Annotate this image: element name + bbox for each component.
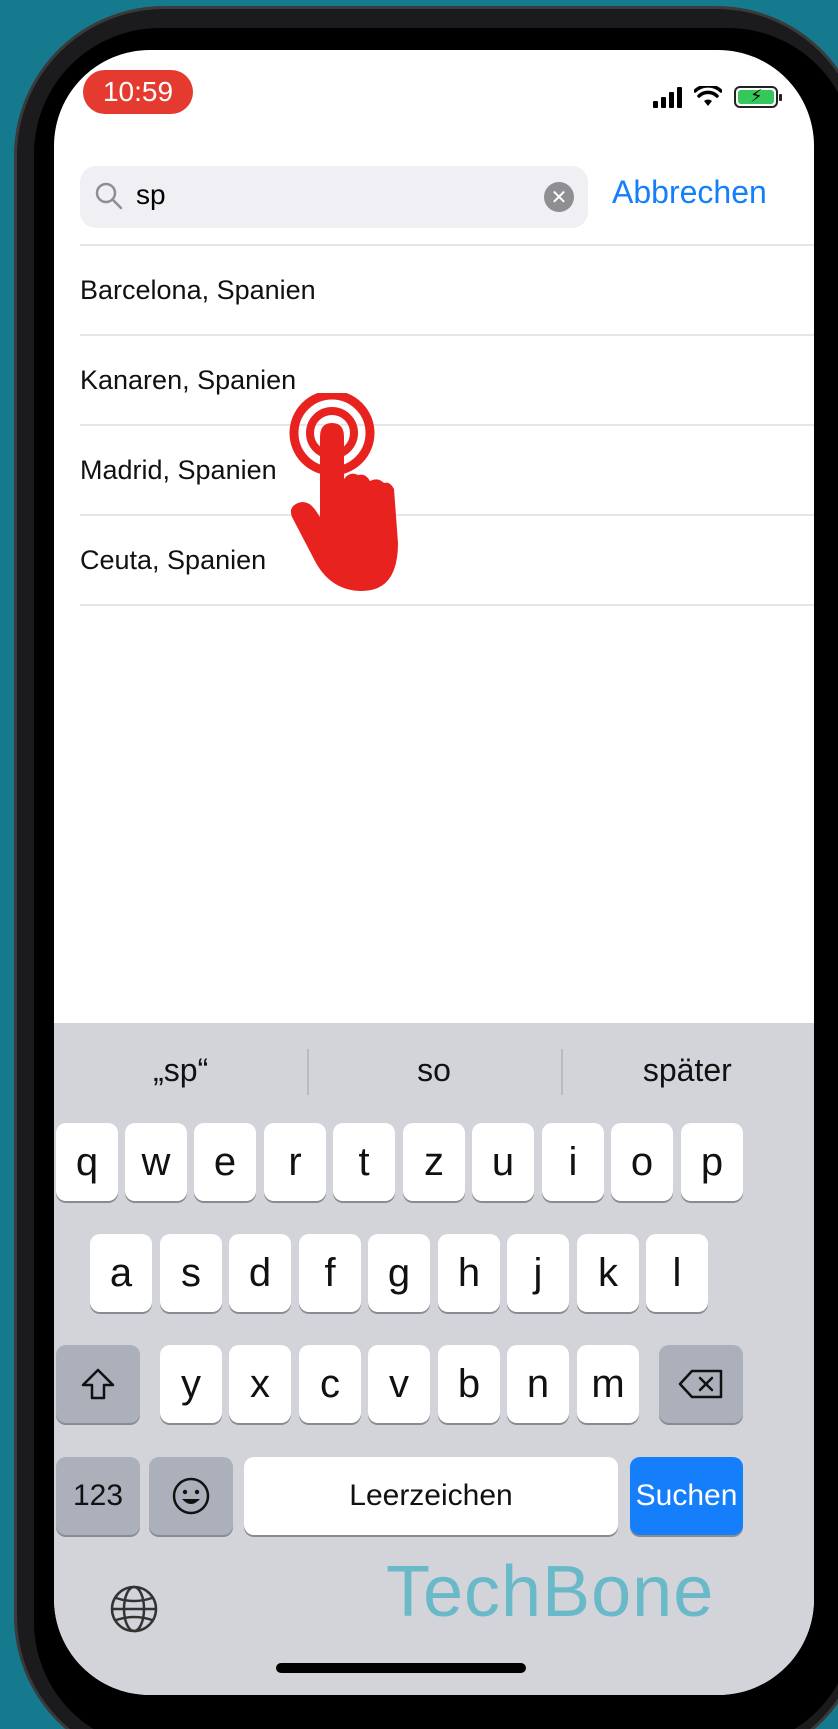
- emoji-key[interactable]: [149, 1457, 233, 1535]
- suggestion-item[interactable]: „sp“: [54, 1023, 307, 1117]
- suggestion-item[interactable]: später: [560, 1023, 814, 1117]
- list-item[interactable]: Madrid, Spanien: [80, 426, 814, 516]
- key-k[interactable]: k: [577, 1234, 639, 1312]
- key-s[interactable]: s: [160, 1234, 222, 1312]
- key-l[interactable]: l: [646, 1234, 708, 1312]
- results-list: Barcelona, Spanien Kanaren, Spanien Madr…: [80, 244, 814, 606]
- key-x[interactable]: x: [229, 1345, 291, 1423]
- key-a[interactable]: a: [90, 1234, 152, 1312]
- key-i[interactable]: i: [542, 1123, 604, 1201]
- key-b[interactable]: b: [438, 1345, 500, 1423]
- key-w[interactable]: w: [125, 1123, 187, 1201]
- search-key[interactable]: Suchen: [630, 1457, 743, 1535]
- cellular-signal-icon: [653, 86, 682, 108]
- shift-key[interactable]: [56, 1345, 140, 1423]
- list-item-label: Madrid, Spanien: [80, 454, 277, 485]
- space-key[interactable]: Leerzeichen: [244, 1457, 618, 1535]
- globe-icon[interactable]: [108, 1583, 160, 1635]
- numbers-key[interactable]: 123: [56, 1457, 140, 1535]
- list-item-label: Barcelona, Spanien: [80, 274, 316, 305]
- clear-icon[interactable]: ✕: [544, 182, 574, 212]
- key-n[interactable]: n: [507, 1345, 569, 1423]
- key-g[interactable]: g: [368, 1234, 430, 1312]
- key-h[interactable]: h: [438, 1234, 500, 1312]
- key-e[interactable]: e: [194, 1123, 256, 1201]
- search-field[interactable]: sp ✕: [80, 166, 588, 228]
- key-u[interactable]: u: [472, 1123, 534, 1201]
- delete-key[interactable]: [659, 1345, 743, 1423]
- status-icons: ⚡: [653, 76, 782, 108]
- keyboard: „sp“ so später q w e r t z u i o p a s d…: [54, 1023, 814, 1695]
- key-d[interactable]: d: [229, 1234, 291, 1312]
- shift-icon: [81, 1368, 115, 1400]
- home-indicator[interactable]: [276, 1663, 526, 1673]
- watermark: TechBone: [386, 1552, 715, 1632]
- status-time: 10:59: [83, 70, 193, 114]
- key-r[interactable]: r: [264, 1123, 326, 1201]
- delete-icon: [678, 1369, 723, 1399]
- key-c[interactable]: c: [299, 1345, 361, 1423]
- battery-icon: ⚡: [734, 86, 782, 108]
- wifi-icon: [694, 86, 722, 106]
- key-p[interactable]: p: [681, 1123, 743, 1201]
- key-f[interactable]: f: [299, 1234, 361, 1312]
- search-input[interactable]: sp: [136, 179, 166, 211]
- key-j[interactable]: j: [507, 1234, 569, 1312]
- key-o[interactable]: o: [611, 1123, 673, 1201]
- search-icon: [95, 182, 123, 210]
- phone-screen: 10:59 ⚡ sp ✕ Abbrechen Barcelona, Spanie…: [54, 50, 814, 1695]
- key-q[interactable]: q: [56, 1123, 118, 1201]
- tap-hand-icon: [289, 393, 398, 591]
- suggestion-bar: „sp“ so später: [54, 1023, 814, 1117]
- list-item-label: Kanaren, Spanien: [80, 364, 297, 395]
- key-y[interactable]: y: [160, 1345, 222, 1423]
- suggestion-item[interactable]: so: [307, 1023, 560, 1117]
- list-item[interactable]: Barcelona, Spanien: [80, 246, 814, 336]
- key-m[interactable]: m: [577, 1345, 639, 1423]
- list-item[interactable]: Kanaren, Spanien: [80, 336, 814, 426]
- emoji-icon: [172, 1477, 210, 1515]
- list-item-label: Ceuta, Spanien: [80, 544, 267, 575]
- key-v[interactable]: v: [368, 1345, 430, 1423]
- key-t[interactable]: t: [333, 1123, 395, 1201]
- key-z[interactable]: z: [403, 1123, 465, 1201]
- list-item[interactable]: Ceuta, Spanien: [80, 516, 814, 606]
- cancel-button[interactable]: Abbrechen: [612, 174, 767, 211]
